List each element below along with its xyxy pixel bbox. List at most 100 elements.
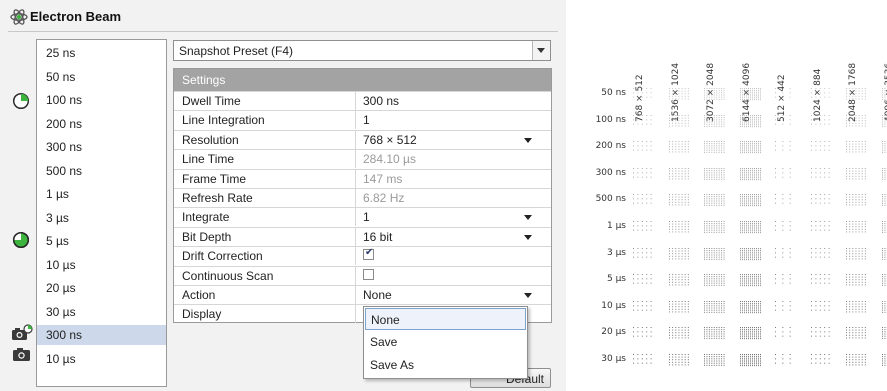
scan-pattern-cell[interactable]	[668, 193, 690, 207]
scan-pattern-cell[interactable]	[668, 167, 690, 181]
scan-pattern-cell[interactable]	[703, 300, 725, 314]
scan-pattern-cell[interactable]	[845, 326, 867, 340]
dwell-time-item[interactable]: 300 ns	[37, 137, 166, 157]
scan-pattern-cell[interactable]	[703, 247, 725, 261]
scan-pattern-cell[interactable]	[632, 114, 654, 128]
scan-pattern-cell[interactable]	[668, 247, 690, 261]
scan-pattern-cell[interactable]	[881, 326, 887, 340]
scan-pattern-cell[interactable]	[810, 353, 832, 367]
dwell-time-item[interactable]: 30 µs	[37, 302, 166, 322]
scan-pattern-cell[interactable]	[881, 114, 887, 128]
scan-pattern-cell[interactable]	[668, 220, 690, 234]
scan-pattern-cell[interactable]	[810, 140, 832, 154]
dwell-time-list[interactable]: 25 ns 50 ns 100 ns 200 ns 300 ns 500 ns 1 µs 3 …	[36, 39, 167, 387]
scan-pattern-cell[interactable]	[739, 220, 761, 234]
scan-pattern-cell[interactable]	[845, 140, 867, 154]
scan-pattern-cell[interactable]	[810, 220, 832, 234]
preset-dropdown[interactable]: Snapshot Preset (F4)	[173, 40, 551, 61]
scan-pattern-cell[interactable]	[881, 273, 887, 287]
scan-pattern-cell[interactable]	[703, 326, 725, 340]
scan-pattern-cell[interactable]	[774, 193, 796, 207]
scan-pattern-cell[interactable]	[632, 353, 654, 367]
dwell-time-item[interactable]: 1 µs	[37, 184, 166, 204]
scan-pattern-cell[interactable]	[810, 247, 832, 261]
dwell-time-item[interactable]: 200 ns	[37, 114, 166, 134]
chevron-down-icon[interactable]	[532, 41, 550, 60]
action-option[interactable]: None	[365, 308, 526, 330]
scan-pattern-cell[interactable]	[774, 273, 796, 287]
scan-pattern-cell[interactable]	[810, 193, 832, 207]
scan-pattern-cell[interactable]	[739, 353, 761, 367]
chevron-down-icon[interactable]	[524, 137, 532, 143]
setting-value[interactable]: 1	[363, 113, 370, 127]
scan-pattern-cell[interactable]	[668, 114, 690, 128]
scan-pattern-cell[interactable]	[632, 300, 654, 314]
setting-value[interactable]: 1	[363, 210, 370, 224]
scan-pattern-cell[interactable]	[739, 167, 761, 181]
scan-pattern-cell[interactable]	[739, 300, 761, 314]
scan-pattern-cell[interactable]	[703, 353, 725, 367]
scan-pattern-cell[interactable]	[703, 114, 725, 128]
scan-pattern-cell[interactable]	[845, 247, 867, 261]
scan-pattern-cell[interactable]	[668, 140, 690, 154]
action-option[interactable]: Save	[365, 331, 526, 353]
scan-pattern-cell[interactable]	[703, 87, 725, 101]
scan-pattern-cell[interactable]	[632, 273, 654, 287]
scan-pattern-cell[interactable]	[881, 300, 887, 314]
setting-checkbox[interactable]	[363, 268, 374, 280]
settings-row[interactable]: Action None	[174, 285, 551, 304]
scan-pattern-cell[interactable]	[881, 353, 887, 367]
scan-pattern-cell[interactable]	[774, 114, 796, 128]
scan-pattern-cell[interactable]	[845, 220, 867, 234]
scan-pattern-cell[interactable]	[739, 247, 761, 261]
scan-pattern-cell[interactable]	[739, 193, 761, 207]
settings-row[interactable]: Dwell Time 300 ns	[174, 91, 551, 110]
setting-value[interactable]: 16 bit	[363, 230, 392, 244]
scan-pattern-cell[interactable]	[881, 193, 887, 207]
scan-pattern-cell[interactable]	[810, 273, 832, 287]
setting-value[interactable]: 300 ns	[363, 94, 399, 108]
scan-pattern-cell[interactable]	[845, 87, 867, 101]
settings-row[interactable]: Resolution 768 × 512	[174, 129, 551, 149]
scan-pattern-cell[interactable]	[774, 353, 796, 367]
scan-pattern-cell[interactable]	[845, 167, 867, 181]
scan-pattern-cell[interactable]	[774, 220, 796, 234]
scan-pattern-cell[interactable]	[632, 247, 654, 261]
setting-value[interactable]: None	[363, 288, 392, 302]
scan-pattern-cell[interactable]	[810, 300, 832, 314]
scan-pattern-cell[interactable]	[881, 167, 887, 181]
scan-pattern-cell[interactable]	[810, 167, 832, 181]
dwell-time-item[interactable]: 10 µs	[37, 255, 166, 275]
scan-pattern-cell[interactable]	[632, 87, 654, 101]
scan-pattern-cell[interactable]	[881, 140, 887, 154]
scan-pattern-cell[interactable]	[668, 273, 690, 287]
scan-pattern-cell[interactable]	[632, 193, 654, 207]
chevron-down-icon[interactable]	[524, 293, 532, 298]
settings-row[interactable]: Line Integration 1	[174, 110, 551, 130]
scan-pattern-cell[interactable]	[703, 167, 725, 181]
scan-pattern-cell[interactable]	[739, 326, 761, 340]
scan-pattern-cell[interactable]	[668, 326, 690, 340]
scan-pattern-cell[interactable]	[632, 220, 654, 234]
scan-pattern-cell[interactable]	[632, 140, 654, 154]
scan-pattern-cell[interactable]	[810, 114, 832, 128]
scan-pattern-cell[interactable]	[703, 140, 725, 154]
dwell-time-item[interactable]: 3 µs	[37, 208, 166, 228]
scan-pattern-cell[interactable]	[739, 140, 761, 154]
scan-pattern-cell[interactable]	[668, 300, 690, 314]
settings-row[interactable]: Refresh Rate 6.82 Hz	[174, 188, 551, 207]
scan-pattern-cell[interactable]	[739, 87, 761, 101]
dwell-time-item[interactable]: 300 ns	[37, 325, 166, 345]
setting-value[interactable]: 768 × 512	[363, 133, 417, 147]
scan-pattern-cell[interactable]	[739, 114, 761, 128]
dwell-time-item[interactable]: 5 µs	[37, 231, 166, 251]
settings-row[interactable]: Integrate 1	[174, 207, 551, 227]
chevron-down-icon[interactable]	[524, 234, 532, 240]
scan-pattern-cell[interactable]	[668, 353, 690, 367]
setting-checkbox[interactable]	[363, 247, 374, 261]
dwell-time-item[interactable]: 10 µs	[37, 349, 166, 369]
scan-pattern-cell[interactable]	[774, 247, 796, 261]
dwell-time-item[interactable]: 20 µs	[37, 278, 166, 298]
scan-pattern-cell[interactable]	[845, 273, 867, 287]
scan-pattern-cell[interactable]	[845, 353, 867, 367]
